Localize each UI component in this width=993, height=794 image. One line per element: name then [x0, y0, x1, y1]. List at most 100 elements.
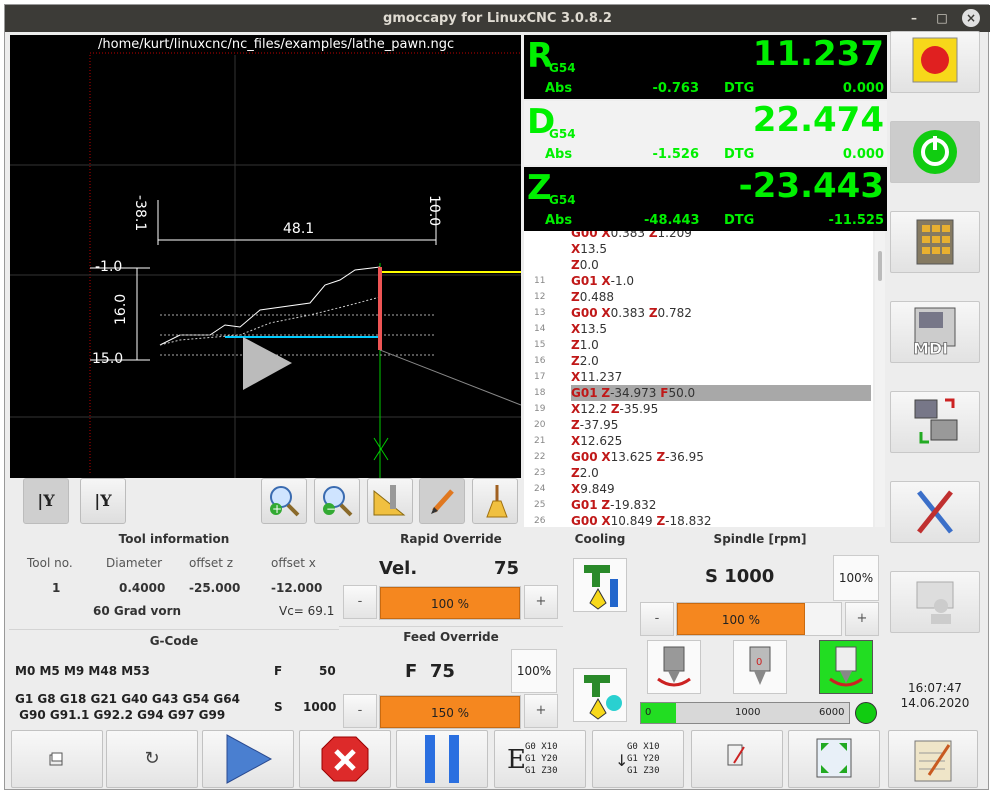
pencil-icon [431, 489, 454, 514]
spindle-stop-button[interactable]: 0 [733, 640, 787, 694]
gcode-line[interactable]: Z2.0 [571, 353, 871, 369]
rapid-override-slider[interactable]: 100 % [379, 586, 521, 620]
stop-button[interactable] [299, 730, 391, 788]
gcode-line[interactable]: G00 X10.849 Z-18.832 [571, 513, 871, 527]
rapid-decrease-button[interactable]: - [343, 585, 377, 619]
gcode-line[interactable]: X11.237 [571, 369, 871, 385]
gcode-line[interactable]: X9.849 [571, 481, 871, 497]
show-dimensions-button[interactable] [367, 478, 413, 524]
spindle-stop-icon: 0 [749, 646, 771, 685]
current-gcode-line[interactable]: G01 Z-34.973 F50.0 [571, 385, 871, 401]
dim-label: 48.1 [283, 221, 315, 237]
zoom-out-button[interactable]: − [314, 478, 360, 524]
feed-decrease-button[interactable]: - [343, 694, 377, 728]
power-icon [913, 130, 957, 174]
gcode-line[interactable]: Z0.0 [571, 257, 871, 273]
maximize-icon[interactable]: □ [933, 9, 951, 27]
edit-settings-button[interactable] [888, 730, 978, 788]
gcode-line[interactable]: Z-37.95 [571, 417, 871, 433]
machine-on-button[interactable] [890, 121, 980, 183]
manual-mode-button[interactable] [890, 211, 980, 273]
gcode-scrollbar[interactable] [875, 231, 885, 527]
gcode-line[interactable]: G00 X13.625 Z-36.95 [571, 449, 871, 465]
run-from-line-code: G0 X10 G1 Y20 G1 Z30 [627, 742, 660, 776]
spindle-ccw-button[interactable] [647, 640, 701, 694]
spindle-decrease-button[interactable]: - [640, 602, 674, 636]
close-icon[interactable]: × [962, 9, 980, 27]
line-number: 18 [534, 388, 546, 398]
run-button[interactable] [202, 730, 294, 788]
gcode-line[interactable]: X13.5 [571, 241, 871, 257]
preview-canvas [10, 52, 521, 478]
spindle-speed-bar: 0 1000 6000 [640, 702, 850, 724]
rapid-value: 75 [494, 558, 520, 579]
tool-info-header: Diameter [106, 556, 163, 570]
file-path: /home/kurt/linuxcnc/nc_files/examples/la… [98, 37, 455, 52]
svg-text:MDI: MDI [913, 339, 948, 358]
zoom-in-button[interactable]: + [261, 478, 307, 524]
scrollbar-thumb[interactable] [878, 251, 882, 281]
gcode-line[interactable]: X12.2 Z-35.95 [571, 401, 871, 417]
mist-coolant-button[interactable] [573, 668, 627, 722]
feed-increase-button[interactable]: + [524, 694, 558, 728]
run-from-line-button[interactable]: ↓ G0 X10 G1 Y20 G1 Z30 [592, 730, 684, 788]
pause-button[interactable] [396, 730, 488, 788]
gcode-line[interactable]: Z2.0 [571, 465, 871, 481]
gcode-line[interactable]: X12.625 [571, 433, 871, 449]
zoom-out-icon: − [323, 486, 353, 517]
gcode-view[interactable]: G00 X0.383 Z1.209 X13.5 Z0.0 11 G01 X-1.0 12 Z… [524, 231, 873, 527]
flood-coolant-icon [584, 565, 618, 610]
dro-d[interactable]: D G54 22.474 Abs -1.526 DTG 0.000 [524, 101, 887, 165]
dro-z[interactable]: Z G54 -23.443 Abs -48.443 DTG -11.525 [524, 167, 887, 231]
spindle-panel: Spindle [rpm] S 1000 100% - 100 % + 0 0 … [635, 528, 885, 728]
user-tab-button[interactable] [890, 571, 980, 633]
dim-label: -1.0 [95, 259, 123, 275]
minimize-icon[interactable]: – [905, 9, 923, 27]
dro-abs-value: -1.526 [652, 147, 699, 162]
dro-abs-label: Abs [545, 213, 573, 228]
gcode-line[interactable]: X13.5 [571, 321, 871, 337]
dro-abs-value: -48.443 [644, 213, 700, 228]
edit-button[interactable] [691, 730, 783, 788]
tools-icon [917, 490, 953, 534]
gcode-line[interactable]: G00 X0.383 Z1.209 [571, 231, 871, 241]
auto-mode-button[interactable] [890, 391, 980, 453]
gcode-line[interactable]: Z0.488 [571, 289, 871, 305]
spindle-override-slider[interactable]: 100 % [676, 602, 842, 636]
gcode-line[interactable]: G00 X0.383 Z0.782 [571, 305, 871, 321]
open-file-button[interactable] [11, 730, 103, 788]
step-button[interactable]: E G0 X10 G1 Y20 G1 Z30 [494, 730, 586, 788]
gcode-line[interactable]: G01 X-1.0 [571, 273, 871, 289]
line-number: 15 [534, 340, 546, 350]
mdi-icon: MDI [913, 307, 956, 358]
dro-dtg-label: DTG [724, 81, 755, 96]
feed-label: F 75 [405, 661, 455, 682]
feed-override-slider[interactable]: 150 % [379, 695, 521, 729]
view-y-rotated-button[interactable]: |Y [80, 478, 126, 524]
keypad-icon [916, 219, 954, 265]
dro-dtg-value: 0.000 [842, 147, 884, 162]
dro-coord-system: G54 [549, 193, 576, 207]
fullscreen-button[interactable] [788, 730, 880, 788]
line-number: 20 [534, 420, 546, 430]
rapid-increase-button[interactable]: + [524, 585, 558, 619]
dro-r[interactable]: R G54 11.237 Abs -0.763 DTG 0.000 [524, 35, 887, 99]
mdi-mode-button[interactable]: MDI [890, 301, 980, 363]
dim-label: -38.1 [132, 195, 148, 232]
gcode-line[interactable]: Z1.0 [571, 337, 871, 353]
clear-plot-button[interactable] [472, 478, 518, 524]
spindle-increase-button[interactable]: + [845, 602, 879, 636]
gcode-line[interactable]: G01 Z-19.832 [571, 497, 871, 513]
line-number: 22 [534, 452, 546, 462]
spindle-reset-button[interactable]: 100% [833, 555, 879, 601]
settings-button[interactable] [890, 481, 980, 543]
view-y-button[interactable]: |Y [23, 478, 69, 524]
dro-abs-label: Abs [545, 81, 573, 96]
toolpath-preview[interactable]: /home/kurt/linuxcnc/nc_files/examples/la… [10, 35, 521, 478]
flood-coolant-button[interactable] [573, 558, 627, 612]
feed-reset-button[interactable]: 100% [511, 649, 557, 693]
estop-button[interactable] [890, 31, 980, 93]
show-toolpath-button[interactable] [419, 478, 465, 524]
reload-button[interactable]: ↻ [106, 730, 198, 788]
spindle-cw-button[interactable] [819, 640, 873, 694]
